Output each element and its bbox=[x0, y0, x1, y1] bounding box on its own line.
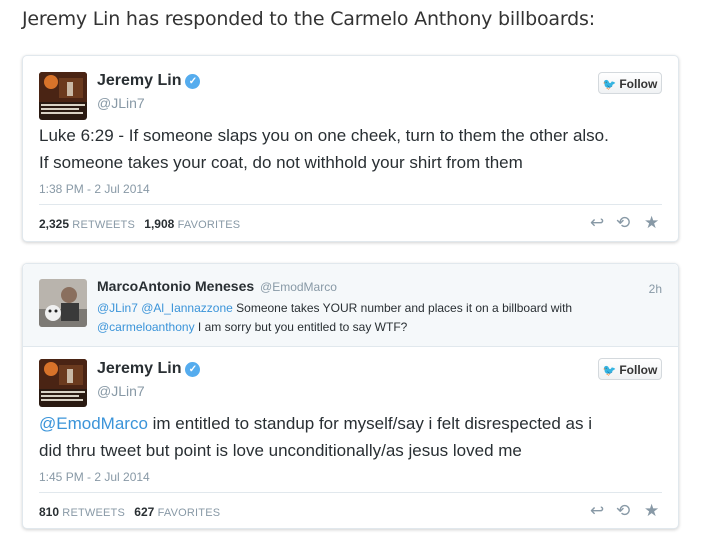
favorites-label: FAVORITES bbox=[157, 507, 221, 519]
divider bbox=[39, 492, 662, 493]
tweet-text-line-1: @EmodMarco im entitled to standup for my… bbox=[39, 410, 669, 437]
tweet-stats: 2,325 RETWEETS 1,908 FAVORITES bbox=[39, 217, 240, 231]
tweet-text-line-2: If someone takes your coat, do not withh… bbox=[39, 153, 523, 172]
favorite-count[interactable]: 627 bbox=[134, 505, 154, 519]
avatar-jeremy-lin[interactable] bbox=[39, 359, 87, 407]
tweet-text-line-1: Luke 6:29 - If someone slaps you on one … bbox=[39, 126, 609, 145]
retweet-icon[interactable]: ⟲ bbox=[616, 214, 630, 232]
divider bbox=[39, 204, 662, 205]
follow-button[interactable]: 🐦 Follow bbox=[598, 72, 662, 94]
star-icon[interactable]: ★ bbox=[644, 214, 659, 232]
tweet-text: @EmodMarco im entitled to standup for my… bbox=[39, 410, 669, 464]
verified-badge-icon: ✓ bbox=[185, 362, 201, 377]
reply-text: @JLin7 @Al_Iannazzone Someone takes YOUR… bbox=[97, 299, 617, 337]
author-name-text[interactable]: Jeremy Lin bbox=[97, 72, 181, 89]
favorites-label: FAVORITES bbox=[177, 219, 241, 231]
mention-link[interactable]: @Al_Iannazzone bbox=[141, 301, 233, 315]
tweet-actions: ↩ ⟲ ★ bbox=[590, 214, 662, 232]
tweet-author-handle[interactable]: @JLin7 bbox=[97, 95, 145, 111]
tweet-card-1: Jeremy Lin ✓ @JLin7 🐦 Follow Luke 6:29 - I… bbox=[22, 55, 679, 242]
article-headline: Jeremy Lin has responded to the Carmelo … bbox=[22, 8, 595, 30]
tweet-timestamp[interactable]: 1:38 PM - 2 Jul 2014 bbox=[39, 182, 150, 196]
author-name-text[interactable]: Jeremy Lin bbox=[97, 360, 181, 377]
reply-timestamp[interactable]: 2h bbox=[649, 282, 662, 296]
mention-link[interactable]: @EmodMarco bbox=[39, 414, 148, 433]
tweet-stats: 810 RETWEETS 627 FAVORITES bbox=[39, 505, 220, 519]
verified-badge-icon: ✓ bbox=[185, 74, 201, 89]
mention-link[interactable]: @carmeloanthony bbox=[97, 320, 195, 334]
twitter-bird-icon: 🐦 bbox=[602, 79, 617, 91]
avatar-marcoantonio[interactable] bbox=[39, 279, 87, 327]
tweet-author-handle[interactable]: @JLin7 bbox=[97, 383, 145, 399]
retweet-icon[interactable]: ⟲ bbox=[616, 502, 630, 520]
follow-label: Follow bbox=[619, 363, 658, 377]
tweet-text-line-2: did thru tweet but point is love uncondi… bbox=[39, 441, 522, 460]
reply-author[interactable]: MarcoAntonio Meneses @EmodMarco bbox=[97, 278, 337, 294]
tweet-text-part: im entitled to standup for myself/say i … bbox=[152, 414, 593, 433]
retweets-label: RETWEETS bbox=[72, 219, 136, 231]
tweet-actions: ↩ ⟲ ★ bbox=[590, 502, 662, 520]
reply-author-handle[interactable]: @EmodMarco bbox=[260, 280, 337, 294]
reply-author-name[interactable]: MarcoAntonio Meneses bbox=[97, 278, 254, 294]
in-reply-to-tweet[interactable]: MarcoAntonio Meneses @EmodMarco 2h @JLin… bbox=[23, 264, 678, 347]
favorite-count[interactable]: 1,908 bbox=[144, 217, 174, 231]
tweet-timestamp[interactable]: 1:45 PM - 2 Jul 2014 bbox=[39, 470, 150, 484]
twitter-bird-icon: 🐦 bbox=[602, 365, 617, 377]
reply-icon[interactable]: ↩ bbox=[590, 502, 604, 520]
follow-button[interactable]: 🐦 Follow bbox=[598, 358, 662, 380]
avatar-jeremy-lin[interactable] bbox=[39, 72, 87, 120]
tweet-author-name[interactable]: Jeremy Lin ✓ bbox=[97, 72, 201, 90]
tweet-author-name[interactable]: Jeremy Lin ✓ bbox=[97, 360, 201, 378]
mention-link[interactable]: @JLin7 bbox=[97, 301, 138, 315]
retweets-label: RETWEETS bbox=[62, 507, 126, 519]
tweet-text: Luke 6:29 - If someone slaps you on one … bbox=[39, 122, 669, 176]
reply-text-part-2: I am sorry but you entitled to say WTF? bbox=[197, 320, 408, 334]
reply-icon[interactable]: ↩ bbox=[590, 214, 604, 232]
tweet-card-2: MarcoAntonio Meneses @EmodMarco 2h @JLin… bbox=[22, 263, 679, 529]
star-icon[interactable]: ★ bbox=[644, 502, 659, 520]
follow-label: Follow bbox=[619, 77, 658, 91]
reply-text-part-1: Someone takes YOUR number and places it … bbox=[236, 301, 573, 315]
retweet-count[interactable]: 810 bbox=[39, 505, 59, 519]
retweet-count[interactable]: 2,325 bbox=[39, 217, 69, 231]
